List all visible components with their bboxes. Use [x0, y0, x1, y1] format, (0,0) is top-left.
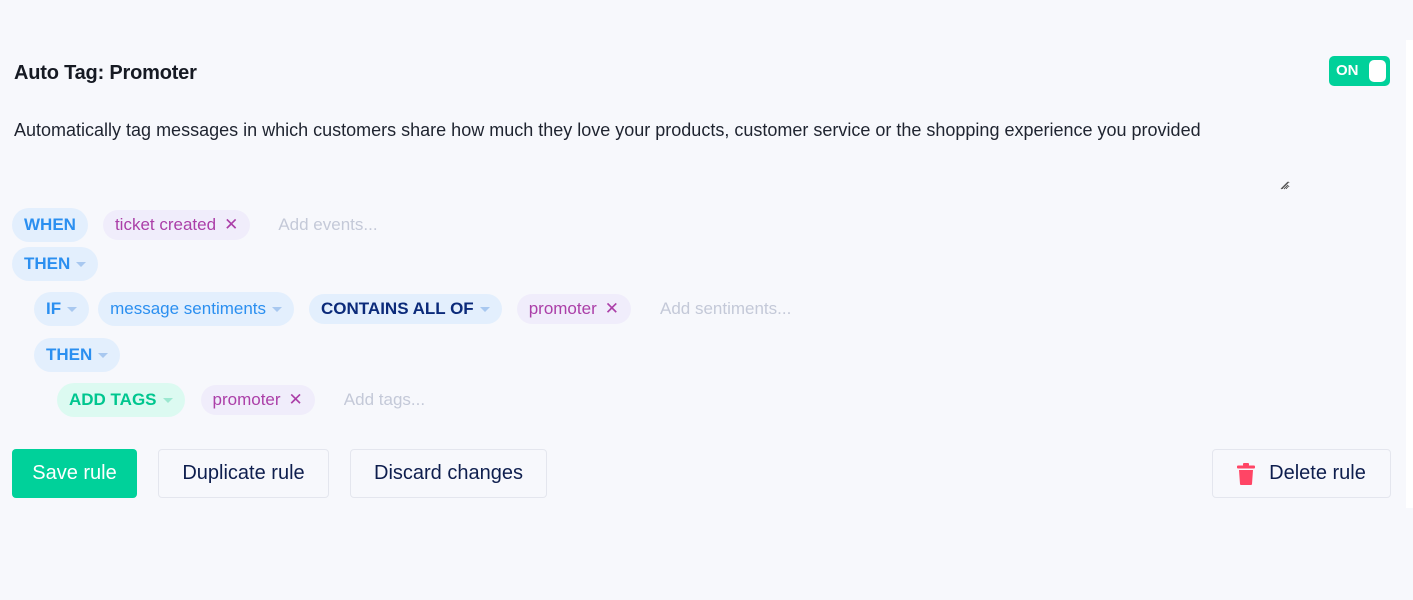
if-label: IF — [46, 299, 62, 318]
action-tag: promoter ✕ — [200, 385, 315, 415]
action-row: ADD TAGS promoter ✕ — [57, 383, 544, 417]
sentiment-tag: promoter ✕ — [516, 294, 631, 324]
inner-then-dropdown[interactable]: THEN — [34, 338, 121, 372]
rule-title: Auto Tag: Promoter — [14, 62, 197, 84]
add-sentiments-input[interactable] — [659, 299, 860, 319]
action-dropdown[interactable]: ADD TAGS — [57, 383, 185, 417]
toggle-label: ON — [1336, 62, 1359, 79]
close-icon[interactable]: ✕ — [224, 215, 238, 235]
chevron-down-icon — [98, 352, 109, 358]
inner-then-label: THEN — [46, 345, 93, 364]
inner-then-row: THEN — [34, 338, 121, 372]
field-label: message sentiments — [110, 299, 267, 318]
delete-rule-button[interactable]: Delete rule — [1212, 449, 1391, 498]
when-row: WHEN ticket created ✕ — [12, 208, 479, 242]
sentiment-tag-label: promoter — [528, 299, 597, 318]
resize-handle-icon[interactable] — [1279, 180, 1289, 190]
trash-icon — [1237, 462, 1256, 485]
scrollbar-track[interactable] — [1406, 40, 1413, 508]
delete-rule-label: Delete rule — [1269, 462, 1366, 484]
chevron-down-icon — [76, 261, 87, 267]
operator-dropdown[interactable]: CONTAINS ALL OF — [309, 294, 502, 324]
duplicate-rule-button[interactable]: Duplicate rule — [158, 449, 329, 498]
rule-description-field[interactable]: Automatically tag messages in which cust… — [14, 116, 1290, 190]
then-dropdown[interactable]: THEN — [12, 247, 99, 281]
action-label: ADD TAGS — [69, 390, 157, 409]
chevron-down-icon — [162, 397, 173, 403]
if-dropdown[interactable]: IF — [34, 292, 90, 326]
chevron-down-icon — [272, 306, 283, 312]
save-rule-button[interactable]: Save rule — [12, 449, 137, 498]
chevron-down-icon — [479, 306, 490, 312]
add-events-input[interactable] — [278, 215, 479, 235]
then-row: THEN — [12, 247, 99, 281]
rule-editor: Auto Tag: Promoter ON Automatically tag … — [0, 0, 1413, 600]
close-icon[interactable]: ✕ — [605, 299, 619, 319]
then-label: THEN — [24, 254, 71, 273]
action-tag-label: promoter — [212, 390, 281, 409]
add-tags-input[interactable] — [343, 390, 544, 410]
rule-active-toggle[interactable]: ON — [1329, 56, 1390, 86]
discard-changes-button[interactable]: Discard changes — [350, 449, 547, 498]
if-row: IF message sentiments CONTAINS ALL OF pr… — [34, 292, 860, 326]
toggle-knob — [1369, 60, 1386, 82]
field-dropdown[interactable]: message sentiments — [98, 292, 295, 326]
close-icon[interactable]: ✕ — [289, 390, 303, 410]
when-keyword: WHEN — [12, 208, 88, 242]
event-tag: ticket created ✕ — [102, 210, 251, 240]
operator-label: CONTAINS ALL OF — [321, 299, 474, 318]
event-tag-label: ticket created — [114, 215, 217, 234]
chevron-down-icon — [67, 306, 78, 312]
